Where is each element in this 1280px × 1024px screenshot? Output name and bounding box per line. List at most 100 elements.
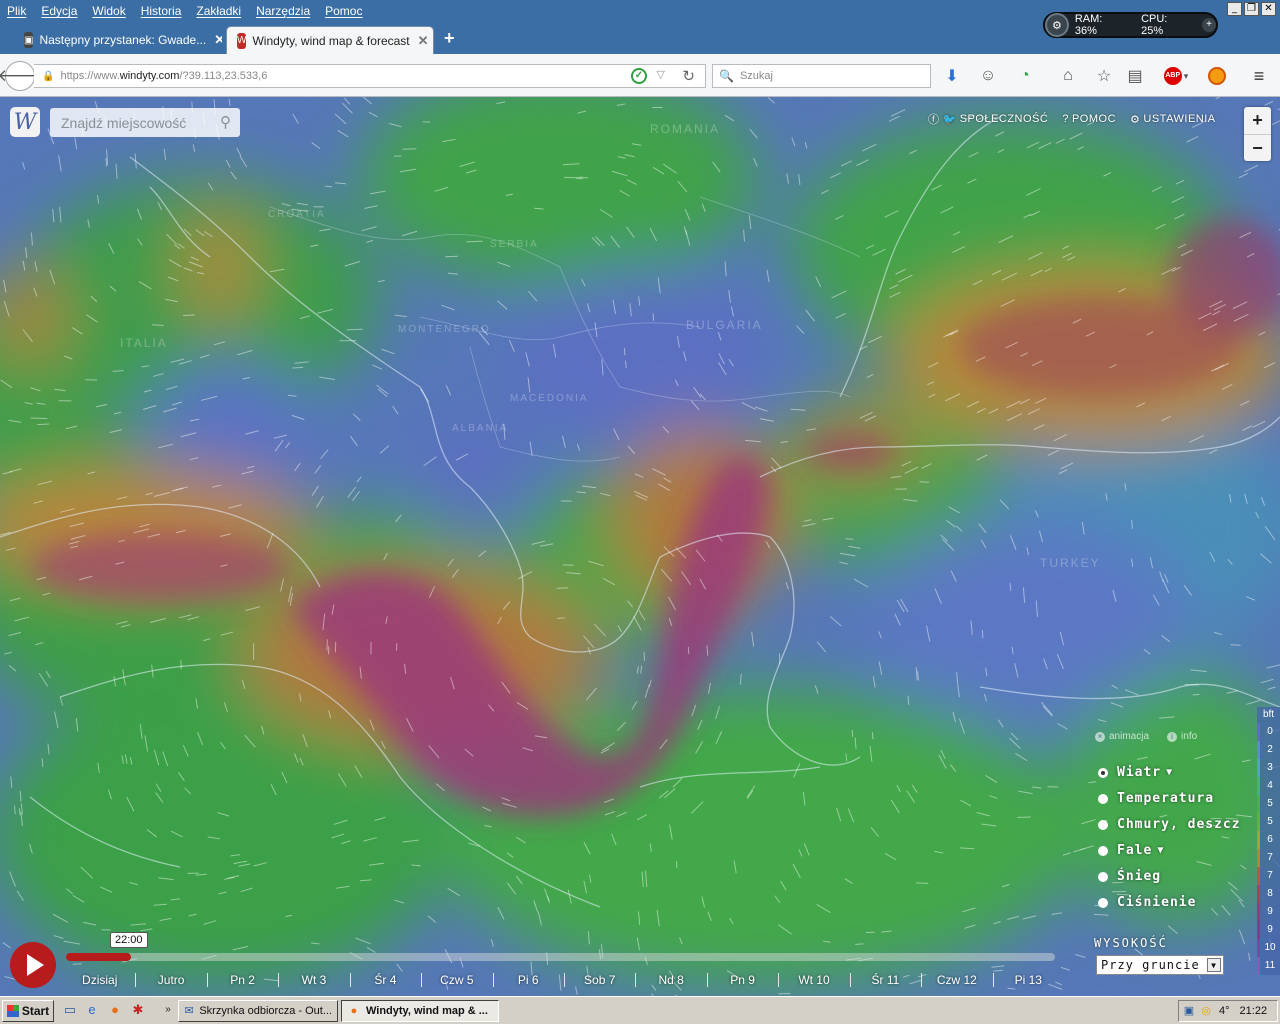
chat-icon[interactable]: ☺ [977,65,999,87]
help-link[interactable]: POMOC [1072,113,1116,125]
menu-view[interactable]: Widok [85,4,133,18]
close-window-button[interactable]: ✕ [1261,2,1276,16]
timeline-day[interactable]: Pi 6 [493,971,564,989]
timeline-day[interactable]: Czw 5 [421,971,492,989]
timeline-day[interactable]: Wt 10 [778,971,849,989]
facebook-icon[interactable]: ⓕ [928,111,940,127]
grammar-icon[interactable]: ◔ [1014,65,1036,87]
menu-help[interactable]: Pomoc [318,4,370,18]
timeline-day[interactable]: Wt 3 [278,971,349,989]
start-button[interactable]: Start [2,1000,54,1022]
timeline-day[interactable]: Śr 4 [350,971,421,989]
url-dropdown-icon[interactable]: ▽ [657,68,665,81]
cpu-usage: CPU: 25% [1141,13,1168,37]
ie-icon[interactable]: e [84,1002,100,1018]
place-search-input[interactable]: Znajdź miejscowość ⚲ [50,108,240,137]
wind-map[interactable]: ROMANIA CROATIA SERBIA MONTENEGRO BULGAR… [0,97,1280,996]
legend-step: 11 [1257,957,1280,975]
network-icon[interactable]: ▣ [1182,1004,1196,1018]
zoom-in-button[interactable]: + [1244,107,1271,134]
firefox-icon: ● [350,1005,358,1017]
search-icon: ⚲ [220,114,231,131]
download-icon[interactable]: ⬇ [941,65,963,87]
search-bar[interactable]: 🔍 Szukaj [712,64,931,88]
layer-wind[interactable]: Wiatr ▼ [1098,765,1173,780]
timeline-day[interactable]: Dzisiaj [64,971,135,989]
home-icon[interactable]: ⌂ [1057,65,1079,87]
current-time-label: 22:00 [110,932,148,948]
tab-windyty[interactable]: W Windyty, wind map & forecast ✕ [226,26,434,54]
timeline-day[interactable]: Czw 12 [921,971,992,989]
timeline-day[interactable]: Jutro [135,971,206,989]
weather-icon[interactable]: ◎ [1199,1004,1213,1018]
timeline-separator [206,973,208,987]
community-link[interactable]: SPOŁECZNOŚĆ [960,113,1049,125]
timeline-day[interactable]: Nd 8 [635,971,706,989]
url-text: https://www.windyty.com/?39.113,23.533,6 [60,70,268,82]
layer-toggles: × animacja i info [1095,731,1197,742]
menu-tools[interactable]: Narzędzia [249,4,318,18]
legend-step: 4 [1257,777,1280,795]
hamburger-menu-icon[interactable]: ≡ [1248,65,1270,87]
bookmark-star-icon[interactable]: ☆ [1093,65,1115,87]
address-bar[interactable]: 🔒 https://www.windyty.com/?39.113,23.533… [34,64,706,88]
lock-icon: 🔒 [42,70,55,82]
animation-toggle[interactable]: × animacja [1095,731,1149,742]
task-firefox[interactable]: ● Windyty, wind map & ... [341,1000,499,1022]
height-value: Przy gruncie [1101,958,1200,972]
settings-link[interactable]: USTAWIENIA [1143,113,1215,125]
map-canvas[interactable]: ROMANIA CROATIA SERBIA MONTENEGRO BULGAR… [0,97,1280,996]
verified-check-icon[interactable]: ✓ [631,68,647,84]
reload-icon[interactable]: ↻ [682,67,695,85]
new-tab-button[interactable]: + [444,28,455,49]
twitter-icon[interactable]: 🐦 [943,113,957,126]
menu-edit[interactable]: Edycja [34,4,85,18]
timeline-day[interactable]: Śr 11 [850,971,921,989]
dropdown-arrow-icon: ▼ [1207,958,1221,972]
close-tab-icon[interactable]: ✕ [418,33,429,49]
wind-particle [19,790,22,802]
menu-bookmarks[interactable]: Zakładki [189,4,249,18]
legend-step: 9 [1257,921,1280,939]
back-button[interactable]: 🡐 [0,61,43,91]
layer-pressure[interactable]: Ciśnienie [1098,895,1196,910]
timeline-separator [921,973,923,987]
zoom-out-button[interactable]: − [1244,134,1271,161]
place-search-placeholder: Znajdź miejscowość [61,114,187,131]
timeline-separator [778,973,780,987]
adblock-icon[interactable]: ABP ▾ [1160,65,1192,87]
menu-file[interactable]: Plik [0,4,34,18]
layer-clouds-rain[interactable]: Chmury, deszcz [1098,817,1241,832]
play-button[interactable] [10,942,56,988]
wind-particle [402,148,417,150]
show-desktop-icon[interactable]: ▭ [62,1002,78,1018]
menu-history[interactable]: Historia [134,4,190,18]
layer-snow[interactable]: Śnieg [1098,869,1161,884]
timeline-day[interactable]: Pi 13 [993,971,1064,989]
info-toggle[interactable]: i info [1167,731,1197,742]
timeline-day[interactable]: Pn 9 [707,971,778,989]
chevron-down-icon[interactable]: ▼ [1157,845,1164,856]
minimize-button[interactable]: _ [1227,2,1242,16]
height-select[interactable]: Przy gruncie ▼ [1096,955,1224,975]
layer-temperature[interactable]: Temperatura [1098,791,1214,806]
monitor-expand-icon[interactable]: + [1202,18,1216,32]
quicklaunch-expand-icon[interactable]: » [160,1002,176,1018]
addon-icon[interactable] [1206,65,1228,87]
task-outlook[interactable]: ✉ Skrzynka odbiorcza - Out... [178,1000,338,1022]
reading-list-icon[interactable]: ▤ [1124,65,1146,87]
timeline-day[interactable]: Sob 7 [564,971,635,989]
timeline-day[interactable]: Pn 2 [207,971,278,989]
close-tab-icon[interactable]: ✕ [214,32,222,48]
timeline-track[interactable] [66,953,1055,961]
firefox-icon[interactable]: ● [107,1002,123,1018]
chevron-down-icon[interactable]: ▼ [1166,767,1173,778]
layer-waves[interactable]: Fale ▼ [1098,843,1164,858]
wind-particle [41,758,44,767]
restore-button[interactable]: ❐ [1244,2,1259,16]
height-label: WYSOKOŚĆ [1094,936,1168,950]
app-icon[interactable]: ✱ [130,1002,146,1018]
windyty-logo[interactable]: W [10,107,40,137]
legend-step: 7 [1257,849,1280,867]
tab-next-stop[interactable]: ▣ Następny przystanek: Gwade... ✕ [14,26,222,54]
